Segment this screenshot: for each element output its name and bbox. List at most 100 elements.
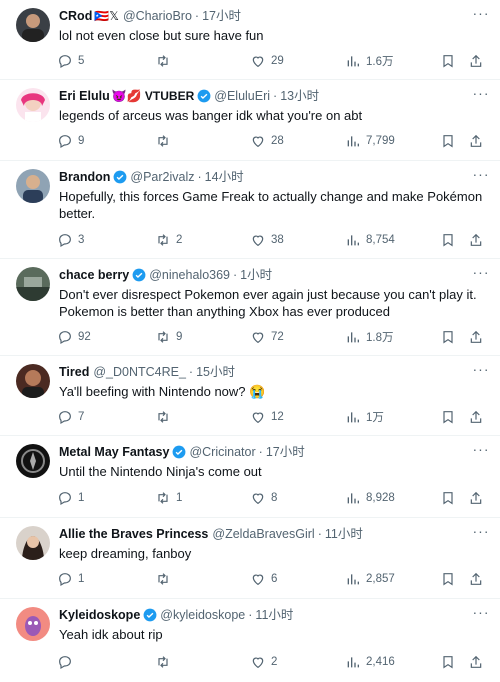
timestamp[interactable]: 13小时: [280, 87, 319, 105]
retweet-button[interactable]: 2: [155, 232, 182, 248]
more-options-icon[interactable]: ···: [472, 362, 490, 380]
avatar[interactable]: [16, 607, 50, 641]
reply-button[interactable]: 3: [57, 232, 84, 248]
handle[interactable]: @Cricinator: [189, 443, 255, 461]
display-name[interactable]: Kyleidoskope: [59, 606, 140, 624]
like-button[interactable]: 29: [250, 53, 284, 69]
avatar[interactable]: [16, 444, 50, 478]
like-button[interactable]: 72: [250, 329, 284, 345]
views-button[interactable]: 7,799: [345, 133, 395, 149]
bookmark-button[interactable]: [440, 571, 456, 587]
bookmark-icon: [443, 656, 453, 669]
retweet-button[interactable]: [155, 654, 176, 670]
retweet-button[interactable]: [155, 53, 176, 69]
bookmark-button[interactable]: [440, 654, 456, 670]
more-options-icon[interactable]: ···: [472, 442, 490, 460]
timestamp[interactable]: 11小时: [325, 525, 363, 543]
reply-button[interactable]: [57, 654, 78, 670]
views-button[interactable]: 2,416: [345, 654, 395, 670]
avatar[interactable]: [16, 8, 50, 42]
retweet-button[interactable]: [155, 409, 176, 425]
more-options-icon[interactable]: ···: [472, 605, 490, 623]
tweet[interactable]: chace berry @ninehalo369 · 1小时 Don't eve…: [0, 259, 500, 356]
tweet[interactable]: Brandon @Par2ivalz · 14小时 Hopefully, thi…: [0, 161, 500, 259]
handle[interactable]: @ninehalo369: [149, 266, 230, 284]
views-button[interactable]: 1.6万: [345, 53, 394, 69]
avatar[interactable]: [16, 267, 50, 301]
display-name[interactable]: Metal May Fantasy: [59, 443, 169, 461]
like-button[interactable]: 12: [250, 409, 284, 425]
bookmark-button[interactable]: [440, 53, 456, 69]
reply-button[interactable]: 7: [57, 409, 84, 425]
retweet-button[interactable]: [155, 133, 176, 149]
display-name[interactable]: Eri Elulu: [59, 87, 110, 105]
bookmark-button[interactable]: [440, 133, 456, 149]
display-name[interactable]: CRod: [59, 7, 92, 25]
reply-button[interactable]: 5: [57, 53, 84, 69]
like-count: 72: [271, 331, 284, 343]
display-name[interactable]: Allie the Braves Princess: [59, 525, 208, 543]
views-button[interactable]: 8,754: [345, 232, 395, 248]
timestamp[interactable]: 17小时: [202, 7, 241, 25]
reply-button[interactable]: 1: [57, 571, 84, 587]
tweet[interactable]: CRod 🇵🇷𝕏 @CharioBro · 17小时 lol not even …: [0, 0, 500, 80]
tweet[interactable]: Metal May Fantasy @Cricinator · 17小时 Unt…: [0, 436, 500, 518]
avatar[interactable]: [16, 88, 50, 122]
views-button[interactable]: 2,857: [345, 571, 395, 587]
bookmark-button[interactable]: [440, 329, 456, 345]
handle[interactable]: @_D0NTC4RE_: [93, 363, 186, 381]
share-button[interactable]: [468, 133, 484, 149]
like-button[interactable]: 2: [250, 654, 277, 670]
like-button[interactable]: 28: [250, 133, 284, 149]
share-button[interactable]: [468, 409, 484, 425]
retweet-button[interactable]: 1: [155, 490, 182, 506]
timestamp[interactable]: 11小时: [255, 606, 293, 624]
views-button[interactable]: 1万: [345, 409, 384, 425]
more-options-icon[interactable]: ···: [472, 86, 490, 104]
more-options-icon[interactable]: ···: [472, 524, 490, 542]
retweet-button[interactable]: 9: [155, 329, 182, 345]
tweet[interactable]: Kyleidoskope @kyleidoskope · 11小时 Yeah i…: [0, 599, 500, 682]
display-name[interactable]: chace berry: [59, 266, 129, 284]
display-name[interactable]: Brandon: [59, 168, 110, 186]
share-button[interactable]: [468, 571, 484, 587]
reply-button[interactable]: 1: [57, 490, 84, 506]
tweet[interactable]: Eri Elulu 😈💋 VTUBER @EluluEri · 13小时 leg…: [0, 80, 500, 161]
like-button[interactable]: 38: [250, 232, 284, 248]
views-button[interactable]: 8,928: [345, 490, 395, 506]
views-button[interactable]: 1.8万: [345, 329, 394, 345]
timestamp[interactable]: 1小时: [240, 266, 272, 284]
tweet[interactable]: Allie the Braves Princess @ZeldaBravesGi…: [0, 518, 500, 599]
timestamp[interactable]: 14小时: [205, 168, 244, 186]
share-button[interactable]: [468, 490, 484, 506]
handle[interactable]: @ZeldaBravesGirl: [212, 525, 314, 543]
avatar[interactable]: [16, 169, 50, 203]
retweet-button[interactable]: [155, 571, 176, 587]
avatar[interactable]: [16, 364, 50, 398]
tweet[interactable]: Tired @_D0NTC4RE_ · 15小时 Ya'll beefing w…: [0, 356, 500, 436]
share-button[interactable]: [468, 232, 484, 248]
handle[interactable]: @EluluEri: [214, 87, 270, 105]
avatar[interactable]: [16, 526, 50, 560]
bookmark-button[interactable]: [440, 490, 456, 506]
share-button[interactable]: [468, 53, 484, 69]
timestamp[interactable]: 15小时: [196, 363, 235, 381]
bookmark-button[interactable]: [440, 232, 456, 248]
handle[interactable]: @CharioBro: [123, 7, 192, 25]
reply-icon: [59, 573, 71, 587]
reply-button[interactable]: 9: [57, 133, 84, 149]
display-name[interactable]: Tired: [59, 363, 89, 381]
bookmark-button[interactable]: [440, 409, 456, 425]
more-options-icon[interactable]: ···: [472, 167, 490, 185]
timestamp[interactable]: 17小时: [266, 443, 305, 461]
handle[interactable]: @Par2ivalz: [130, 168, 194, 186]
more-options-icon[interactable]: ···: [472, 6, 490, 24]
reply-button[interactable]: 92: [57, 329, 91, 345]
handle[interactable]: @kyleidoskope: [160, 606, 245, 624]
tweet-text: Ya'll beefing with Nintendo now? 😭: [59, 384, 266, 399]
like-button[interactable]: 8: [250, 490, 277, 506]
share-button[interactable]: [468, 654, 484, 670]
like-button[interactable]: 6: [250, 571, 277, 587]
more-options-icon[interactable]: ···: [472, 265, 490, 283]
share-button[interactable]: [468, 329, 484, 345]
